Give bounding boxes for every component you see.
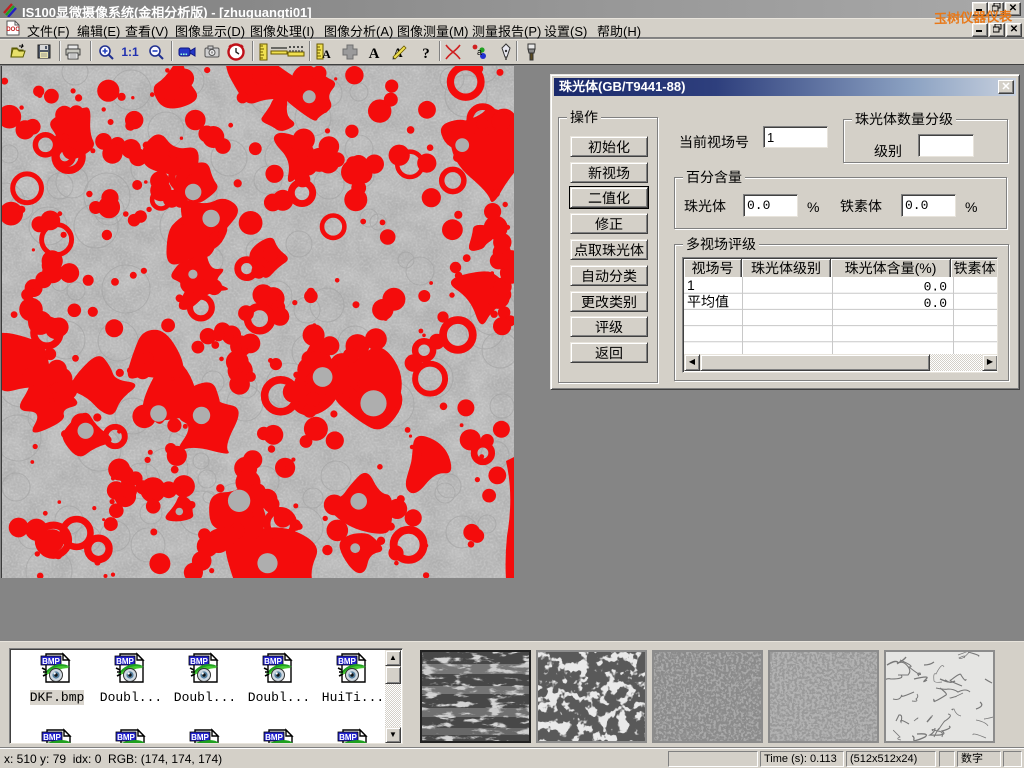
svg-text:1:1: 1:1	[121, 45, 139, 59]
svg-text:平均值: 平均值	[687, 292, 729, 312]
svg-text:?: ?	[422, 46, 430, 61]
svg-text:0.0: 0.0	[924, 280, 947, 295]
svg-text:a: a	[477, 47, 482, 57]
svg-text:DOC: DOC	[6, 27, 20, 33]
svg-text:A: A	[322, 47, 331, 61]
svg-text:A: A	[369, 46, 380, 61]
svg-text:0.0: 0.0	[924, 296, 947, 311]
